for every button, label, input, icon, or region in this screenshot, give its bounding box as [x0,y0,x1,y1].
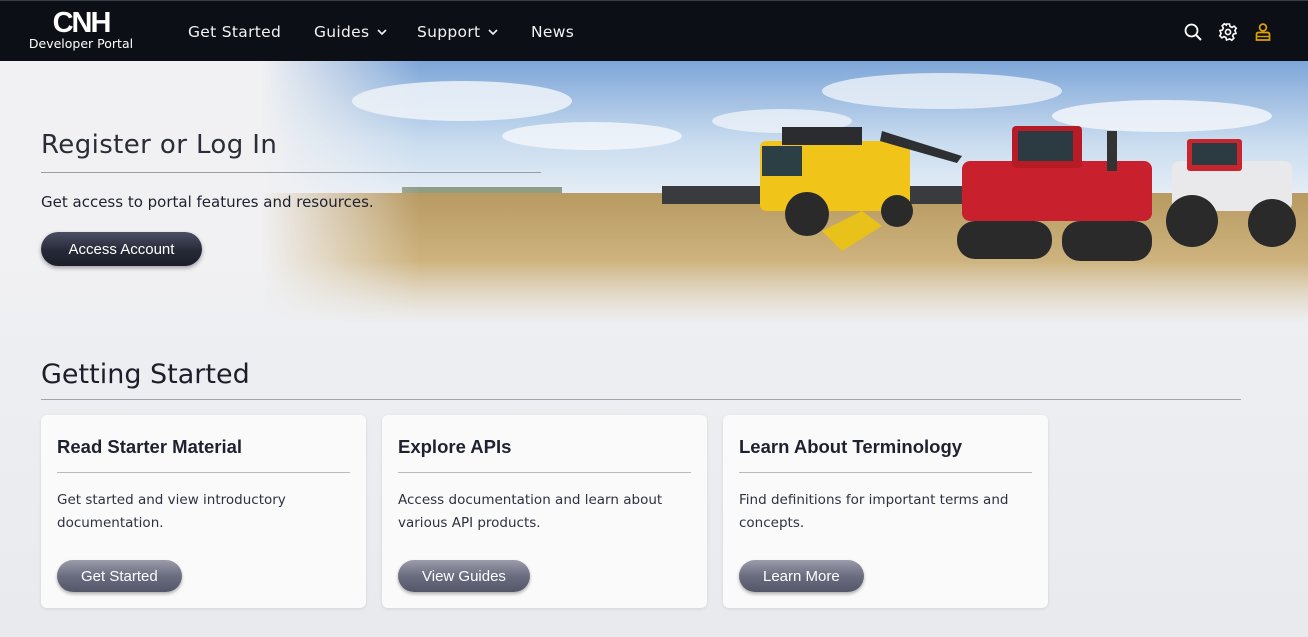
card-description: Find definitions for important terms and… [739,492,1009,531]
gear-icon[interactable] [1217,21,1239,43]
nav-guides[interactable]: Guides [314,21,388,43]
card-explore-apis: Explore APIs Access documentation and le… [382,415,707,608]
hero-title: Register or Log In [41,130,278,160]
card-title: Learn About Terminology [739,436,963,457]
nav-get-started-label: Get Started [188,23,282,41]
nav-news-label: News [531,23,575,41]
view-guides-button[interactable]: View Guides [398,560,530,592]
logo-mark: CNH [52,7,112,39]
section-title: Getting Started [41,359,250,390]
logo-subtitle: Developer Portal [28,36,134,51]
card-divider [398,472,691,473]
access-account-button[interactable]: Access Account [41,232,202,266]
user-icon[interactable] [1252,21,1274,43]
nav-get-started[interactable]: Get Started [188,21,281,43]
search-icon[interactable] [1182,21,1204,43]
card-description: Access documentation and learn about var… [398,492,663,531]
top-navbar: CNH Developer Portal Get Started Guides … [0,0,1308,61]
nav-support[interactable]: Support [417,21,499,43]
card-read-starter-material: Read Starter Material Get started and vi… [41,415,366,608]
hero-fade-bottom [0,261,1308,323]
hero-banner: Register or Log In Get access to portal … [0,61,1308,323]
card-description: Get started and view introductory docume… [57,492,286,531]
learn-more-button[interactable]: Learn More [739,560,864,592]
card-title: Explore APIs [398,436,512,457]
card-title: Read Starter Material [57,436,243,457]
get-started-button[interactable]: Get Started [57,560,182,592]
hero-divider [41,172,541,173]
chevron-down-icon [488,29,498,36]
cnh-logo[interactable]: CNH Developer Portal [22,9,140,55]
nav-guides-label: Guides [314,23,370,41]
section-divider [41,399,1241,400]
nav-support-label: Support [417,23,481,41]
card-divider [57,472,350,473]
hero-description: Get access to portal features and resour… [41,193,374,211]
chevron-down-icon [377,29,387,36]
card-divider [739,472,1032,473]
card-learn-about-terminology: Learn About Terminology Find definitions… [723,415,1048,608]
nav-news[interactable]: News [531,21,574,43]
